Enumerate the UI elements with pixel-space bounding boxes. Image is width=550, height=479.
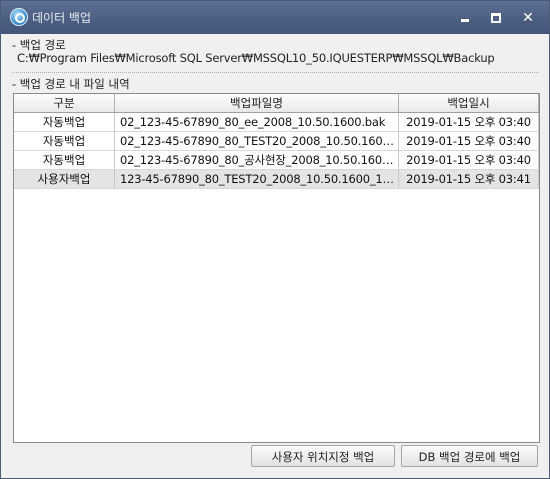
divider <box>12 72 539 73</box>
cell-filename: 02_123-45-67890_80_TEST20_2008_10.50.160… <box>115 132 399 151</box>
close-icon: ✕ <box>522 10 534 26</box>
cell-type: 사용자백업 <box>14 170 115 189</box>
backup-window: 데이터 백업 ✕ - 백업 경로 C:₩Program Files₩Micros… <box>0 0 550 479</box>
table-row[interactable]: 자동백업 02_123-45-67890_80_ee_2008_10.50.16… <box>14 113 539 132</box>
cell-datetime: 2019-01-15 오후 03:40 <box>399 132 539 151</box>
close-button[interactable]: ✕ <box>517 7 539 27</box>
cell-type: 자동백업 <box>14 132 115 151</box>
cell-datetime: 2019-01-15 오후 03:41 <box>399 170 539 189</box>
cell-filename: 123-45-67890_80_TEST20_2008_10.50.1600_1… <box>115 170 399 189</box>
user-location-backup-button[interactable]: 사용자 위치지정 백업 <box>251 445 395 467</box>
cell-type: 자동백업 <box>14 113 115 132</box>
column-header-filename[interactable]: 백업파일명 <box>115 94 399 112</box>
column-header-datetime[interactable]: 백업일시 <box>399 94 539 112</box>
table-row-selected[interactable]: 사용자백업 123-45-67890_80_TEST20_2008_10.50.… <box>14 170 539 189</box>
db-path-backup-button[interactable]: DB 백업 경로에 백업 <box>401 445 538 467</box>
table-row[interactable]: 자동백업 02_123-45-67890_80_TEST20_2008_10.5… <box>14 132 539 151</box>
cell-filename: 02_123-45-67890_80_공사현장_2008_10.50.1600.… <box>115 151 399 170</box>
table-header: 구분 백업파일명 백업일시 <box>14 94 539 113</box>
table-row[interactable]: 자동백업 02_123-45-67890_80_공사현장_2008_10.50.… <box>14 151 539 170</box>
maximize-button[interactable] <box>485 7 507 27</box>
dialog-content: - 백업 경로 C:₩Program Files₩Microsoft SQL S… <box>8 34 543 471</box>
minimize-button[interactable] <box>454 7 476 27</box>
cell-filename: 02_123-45-67890_80_ee_2008_10.50.1600.ba… <box>115 113 399 132</box>
window-title: 데이터 백업 <box>32 11 92 25</box>
title-bar[interactable]: 데이터 백업 ✕ <box>1 1 549 34</box>
cell-datetime: 2019-01-15 오후 03:40 <box>399 151 539 170</box>
file-list-label: - 백업 경로 내 파일 내역 <box>12 77 130 91</box>
cell-type: 자동백업 <box>14 151 115 170</box>
backup-file-table[interactable]: 구분 백업파일명 백업일시 자동백업 02_123-45-67890_80_ee… <box>13 93 540 443</box>
column-header-type[interactable]: 구분 <box>14 94 115 112</box>
backup-path-value: C:₩Program Files₩Microsoft SQL Server₩MS… <box>17 51 495 65</box>
app-logo-icon <box>10 8 28 26</box>
cell-datetime: 2019-01-15 오후 03:40 <box>399 113 539 132</box>
